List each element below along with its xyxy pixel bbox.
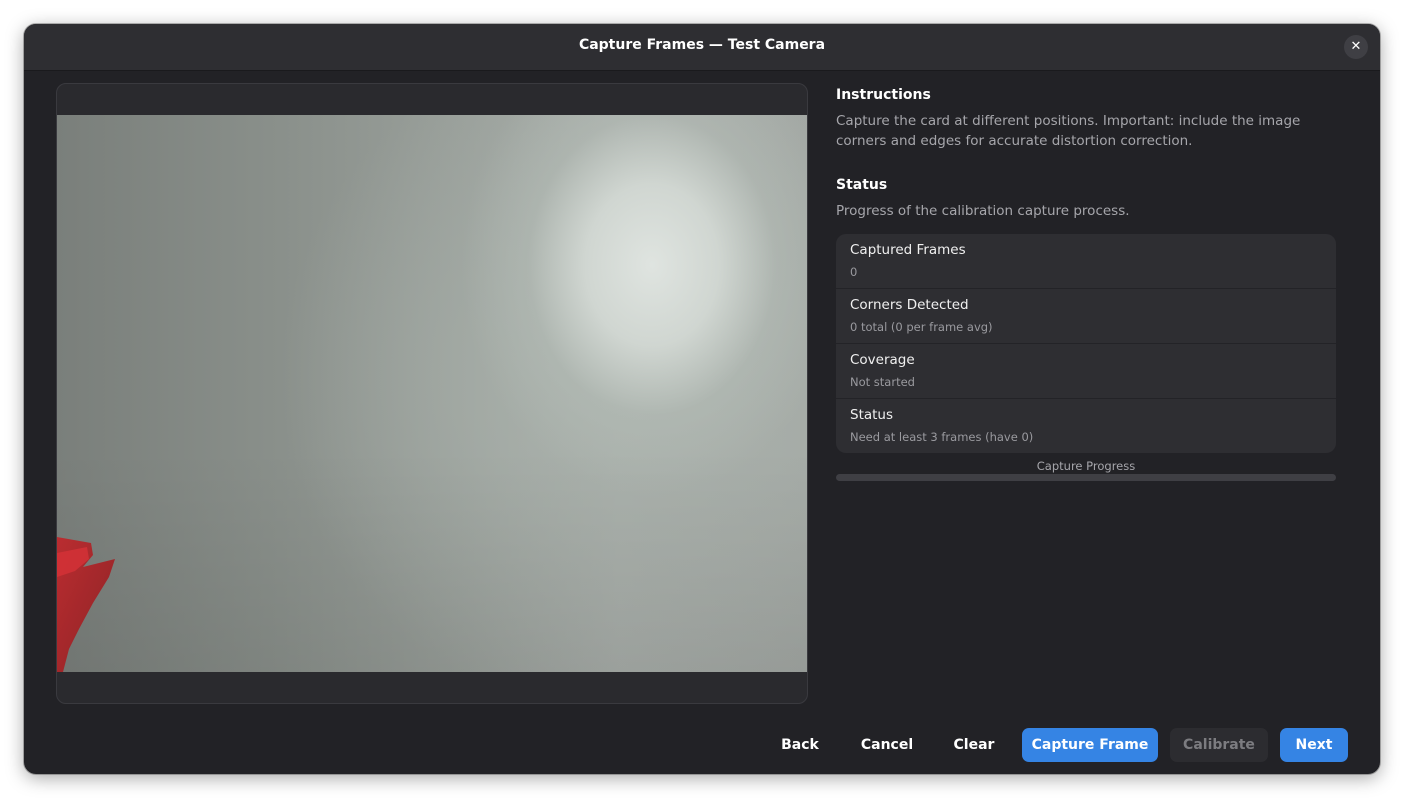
row-value: 0 xyxy=(850,265,858,279)
camera-feed-image xyxy=(57,115,807,672)
row-value: 0 total (0 per frame avg) xyxy=(850,320,993,334)
calibrate-button[interactable]: Calibrate xyxy=(1170,728,1268,762)
capture-progress-label: Capture Progress xyxy=(1036,459,1136,473)
capture-frames-dialog: Capture Frames — Test Camera ✕ Instructi… xyxy=(24,24,1380,774)
row-value: Need at least 3 frames (have 0) xyxy=(850,430,1034,444)
back-button[interactable]: Back xyxy=(772,728,828,762)
capture-progress-bar xyxy=(836,474,1336,481)
header-bar: Capture Frames — Test Camera ✕ xyxy=(24,24,1380,71)
close-button[interactable]: ✕ xyxy=(1344,35,1368,59)
status-row-captured-frames: Captured Frames 0 xyxy=(836,234,1336,289)
status-row-corners-detected: Corners Detected 0 total (0 per frame av… xyxy=(836,289,1336,344)
row-title: Status xyxy=(850,407,894,423)
status-row-coverage: Coverage Not started xyxy=(836,344,1336,399)
capture-frame-button[interactable]: Capture Frame xyxy=(1022,728,1158,762)
status-heading: Status xyxy=(836,177,888,193)
dialog-title: Capture Frames — Test Camera xyxy=(578,37,826,53)
row-value: Not started xyxy=(850,375,915,389)
red-object-image xyxy=(57,537,115,672)
status-list: Captured Frames 0 Corners Detected 0 tot… xyxy=(836,234,1336,453)
instructions-heading: Instructions xyxy=(836,87,931,103)
next-button[interactable]: Next xyxy=(1280,728,1348,762)
status-description: Progress of the calibration capture proc… xyxy=(836,203,1130,219)
close-icon: ✕ xyxy=(1350,39,1362,54)
camera-preview xyxy=(56,83,808,704)
row-title: Corners Detected xyxy=(850,297,969,313)
row-title: Captured Frames xyxy=(850,242,966,258)
camera-feed-shade xyxy=(57,115,807,672)
row-title: Coverage xyxy=(850,352,915,368)
cancel-button[interactable]: Cancel xyxy=(853,728,921,762)
instructions-text: Capture the card at different positions.… xyxy=(836,113,1301,149)
status-row-status: Status Need at least 3 frames (have 0) xyxy=(836,399,1336,453)
clear-button[interactable]: Clear xyxy=(943,728,1005,762)
